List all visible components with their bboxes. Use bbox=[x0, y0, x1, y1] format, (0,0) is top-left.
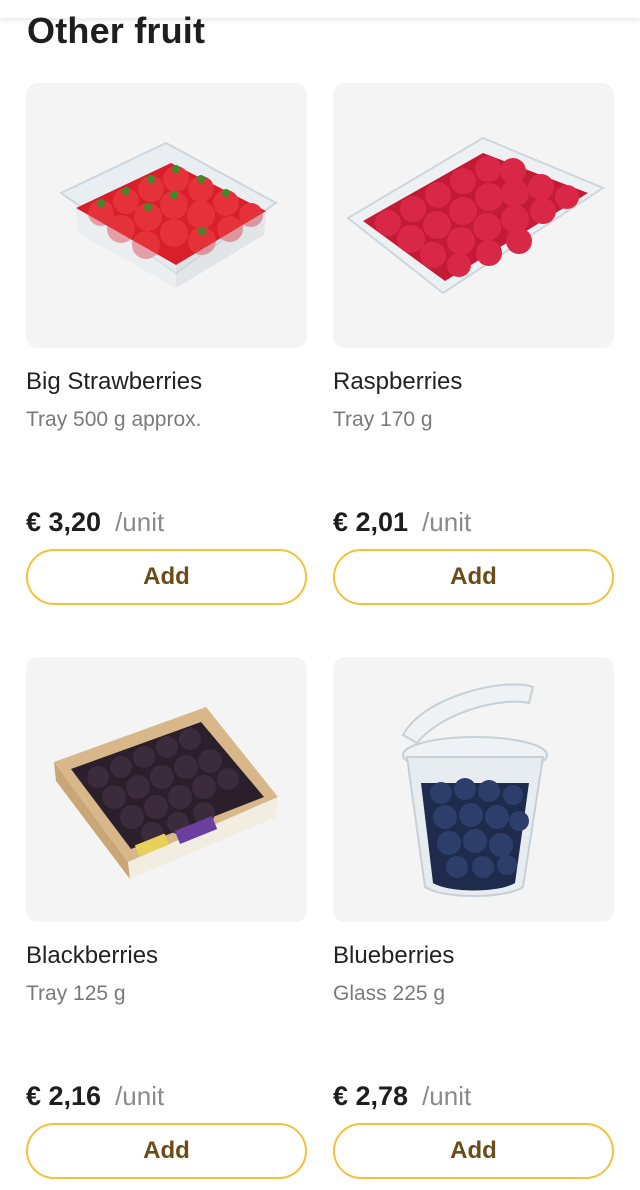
raspberries-tray-image bbox=[346, 136, 606, 295]
product-image[interactable] bbox=[333, 83, 614, 348]
product-grid: Big Strawberries Tray 500 g approx. € 3,… bbox=[26, 83, 614, 1179]
product-card[interactable]: Big Strawberries Tray 500 g approx. € 3,… bbox=[26, 83, 307, 605]
product-unit: Tray 500 g approx. bbox=[26, 408, 202, 431]
add-button[interactable]: Add bbox=[26, 549, 307, 605]
add-button[interactable]: Add bbox=[26, 1123, 307, 1179]
product-image[interactable] bbox=[26, 83, 307, 348]
section-title: Other fruit bbox=[27, 10, 206, 51]
blackberries-tray-image bbox=[54, 707, 278, 879]
product-unit: Tray 170 g bbox=[333, 408, 433, 431]
price-per-unit: /unit bbox=[115, 507, 165, 537]
product-unit: Glass 225 g bbox=[333, 982, 446, 1005]
product-card[interactable]: Raspberries Tray 170 g € 2,01 /unit Add bbox=[333, 83, 614, 605]
product-price: € 2,78 bbox=[333, 1081, 409, 1111]
price-row: € 2,16 /unit bbox=[26, 1081, 164, 1112]
product-name: Blueberries bbox=[333, 942, 455, 969]
strawberries-tray-image bbox=[59, 141, 278, 288]
price-per-unit: /unit bbox=[422, 1081, 472, 1111]
product-card[interactable]: Blackberries Tray 125 g € 2,16 /unit Add bbox=[26, 657, 307, 1179]
add-button[interactable]: Add bbox=[333, 1123, 614, 1179]
product-name: Blackberries bbox=[26, 942, 159, 969]
product-price: € 2,01 bbox=[333, 507, 409, 537]
price-per-unit: /unit bbox=[422, 507, 472, 537]
price-per-unit: /unit bbox=[115, 1081, 165, 1111]
product-name: Raspberries bbox=[333, 368, 463, 395]
price-row: € 3,20 /unit bbox=[26, 507, 164, 538]
product-card[interactable]: Blueberries Glass 225 g € 2,78 /unit Add bbox=[333, 657, 614, 1179]
product-image[interactable] bbox=[26, 657, 307, 922]
product-image[interactable] bbox=[333, 657, 614, 922]
add-button[interactable]: Add bbox=[333, 549, 614, 605]
product-name: Big Strawberries bbox=[26, 368, 203, 395]
price-row: € 2,78 /unit bbox=[333, 1081, 471, 1112]
product-price: € 2,16 bbox=[26, 1081, 102, 1111]
blueberries-cup-image bbox=[401, 683, 548, 897]
product-price: € 3,20 bbox=[26, 507, 102, 537]
product-unit: Tray 125 g bbox=[26, 982, 126, 1005]
price-row: € 2,01 /unit bbox=[333, 507, 471, 538]
